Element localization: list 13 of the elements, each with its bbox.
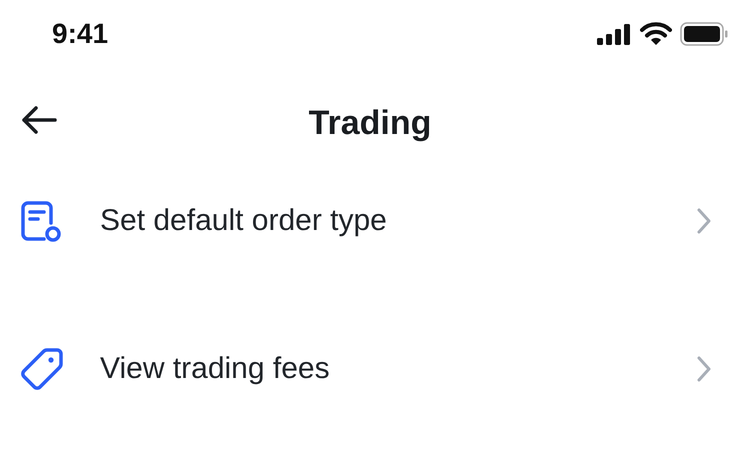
settings-item[interactable]: Set default order type bbox=[0, 182, 740, 260]
chevron-right-icon bbox=[696, 207, 712, 235]
item-label: Set default order type bbox=[100, 204, 388, 238]
settings-item[interactable]: View trading fees bbox=[0, 330, 740, 408]
tag-icon bbox=[20, 347, 64, 391]
battery-icon bbox=[680, 22, 728, 46]
item-label: View trading fees bbox=[100, 352, 331, 386]
status-time: 9:41 bbox=[52, 18, 108, 50]
back-button[interactable] bbox=[20, 105, 58, 135]
signal-icon bbox=[596, 23, 632, 45]
wifi-icon bbox=[640, 22, 672, 46]
screen-title: Trading bbox=[308, 104, 432, 142]
chevron-right-icon bbox=[696, 355, 712, 383]
